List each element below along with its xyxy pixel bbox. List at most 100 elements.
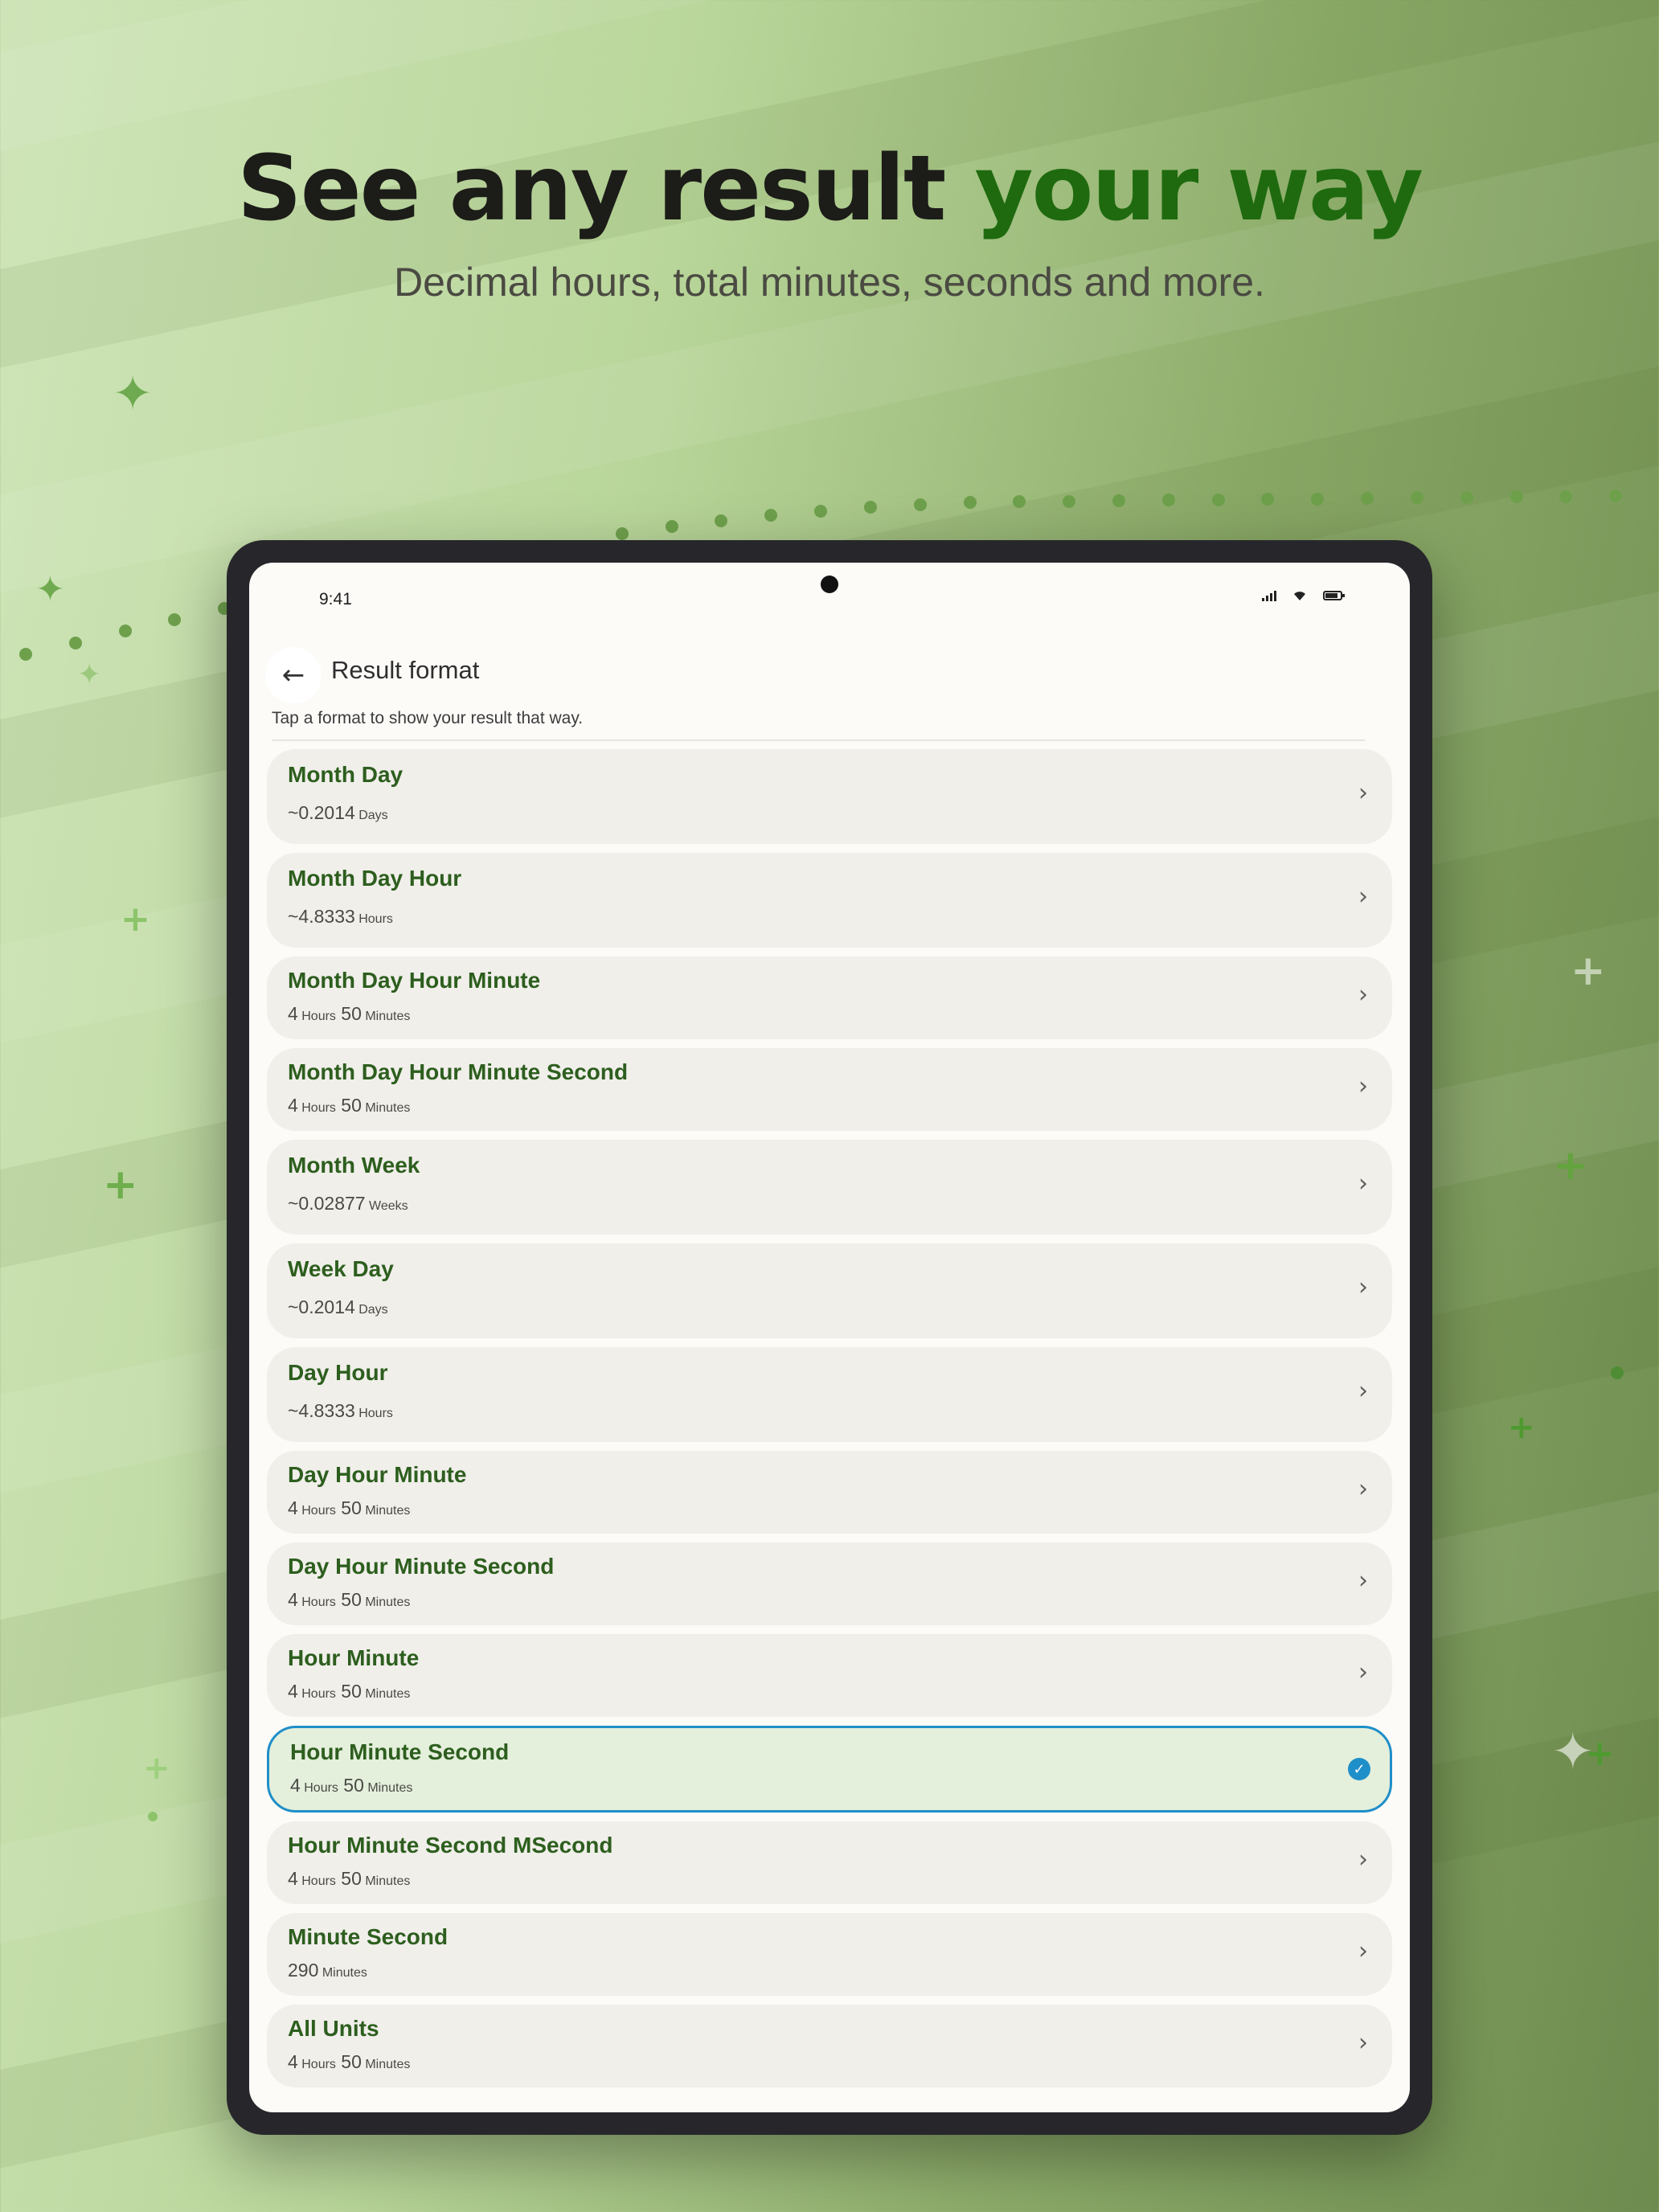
- format-item-name: Hour Minute Second MSecond: [288, 1833, 613, 1858]
- hero-headline: See any result your way: [0, 137, 1659, 241]
- status-icons: [1262, 590, 1345, 601]
- chevron-right-icon: ›: [1358, 1936, 1368, 1965]
- unit-label: Hours: [354, 912, 393, 926]
- unit-label: Minutes: [361, 1101, 411, 1115]
- format-item-value: 4 Hours 50 Minutes: [288, 1589, 410, 1611]
- format-item-value: 4 Hours 50 Minutes: [288, 2051, 410, 2073]
- format-item-name: Week Day: [288, 1256, 394, 1281]
- format-item[interactable]: Day Hour ~4.8333 Hours ›: [267, 1347, 1392, 1442]
- chevron-right-icon: ›: [1358, 1273, 1368, 1301]
- dot-decoration: [715, 514, 728, 527]
- value-number: 4: [288, 1003, 298, 1024]
- format-item[interactable]: Month Day Hour Minute 4 Hours 50 Minutes ›: [267, 956, 1392, 1039]
- dot-decoration: [913, 498, 927, 511]
- format-item-name: Month Day Hour Minute: [288, 968, 541, 993]
- format-item[interactable]: Week Day ~0.2014 Days ›: [267, 1243, 1392, 1338]
- format-item-name: All Units: [288, 2016, 379, 2041]
- arrow-left-icon: ←: [281, 659, 305, 691]
- dot-decoration: [1509, 490, 1523, 504]
- sparkle-icon: ✦: [113, 366, 154, 422]
- value-number: 290: [288, 1960, 319, 1981]
- value-number: ~0.02877: [288, 1193, 366, 1214]
- format-item[interactable]: Hour Minute Second 4 Hours 50 Minutes ✓: [267, 1726, 1392, 1813]
- dot-decoration: [615, 526, 629, 540]
- tablet-device-frame: 9:41 ← Result format Tap a format to sho…: [227, 540, 1432, 2135]
- sparkle-icon: ✦: [77, 658, 102, 691]
- unit-label: Minutes: [363, 1781, 413, 1795]
- format-item[interactable]: Day Hour Minute Second 4 Hours 50 Minutes…: [267, 1542, 1392, 1625]
- app-bar: ← Result format: [249, 643, 1410, 707]
- unit-label: Hours: [297, 1504, 336, 1518]
- format-item[interactable]: Day Hour Minute 4 Hours 50 Minutes ›: [267, 1451, 1392, 1534]
- chevron-right-icon: ›: [1358, 1169, 1368, 1198]
- unit-label: Hours: [300, 1781, 338, 1795]
- dot-decoration: [1410, 491, 1423, 505]
- chevron-right-icon: ›: [1358, 2028, 1368, 2057]
- dot-decoration: [68, 636, 82, 649]
- value-number: 50: [335, 1003, 362, 1024]
- unit-label: Hours: [297, 1101, 336, 1115]
- chevron-right-icon: ›: [1358, 1474, 1368, 1503]
- unit-label: Minutes: [361, 2058, 411, 2071]
- format-item-value: ~4.8333 Hours: [288, 906, 393, 928]
- dot-decoration: [963, 496, 977, 510]
- format-item-name: Minute Second: [288, 1924, 449, 1949]
- plus-decoration-icon: +: [1571, 947, 1606, 995]
- page-title: Result format: [331, 656, 480, 684]
- value-number: 50: [338, 1775, 364, 1796]
- unit-label: Hours: [297, 2058, 336, 2071]
- dot-decoration: [1013, 495, 1026, 509]
- front-camera: [821, 576, 838, 593]
- chevron-right-icon: ›: [1358, 1657, 1368, 1686]
- unit-label: Hours: [297, 1687, 336, 1701]
- format-item-name: Day Hour Minute: [288, 1462, 467, 1487]
- format-item[interactable]: Hour Minute Second MSecond 4 Hours 50 Min…: [267, 1821, 1392, 1904]
- dot-decoration: [863, 501, 877, 514]
- format-item-name: Hour Minute: [288, 1645, 420, 1670]
- chevron-right-icon: ›: [1358, 1845, 1368, 1874]
- dot-decoration: [1211, 493, 1225, 506]
- format-item-name: Day Hour Minute Second: [288, 1554, 555, 1579]
- divider: [272, 739, 1365, 741]
- dot-decoration: [1611, 1366, 1624, 1379]
- format-item[interactable]: All Units 4 Hours 50 Minutes ›: [267, 2005, 1392, 2087]
- value-number: 50: [335, 2051, 362, 2072]
- dot-decoration: [814, 504, 828, 518]
- chevron-right-icon: ›: [1358, 779, 1368, 807]
- format-item[interactable]: Hour Minute 4 Hours 50 Minutes ›: [267, 1634, 1392, 1717]
- status-time: 9:41: [319, 590, 352, 608]
- value-number: 50: [335, 1681, 362, 1702]
- format-item[interactable]: Month Day Hour Minute Second 4 Hours 50 M…: [267, 1048, 1392, 1131]
- status-bar: 9:41: [249, 563, 1410, 635]
- value-number: 50: [335, 1868, 362, 1889]
- format-item[interactable]: Minute Second 290 Minutes ›: [267, 1913, 1392, 1996]
- dot-decoration: [1559, 490, 1573, 503]
- value-number: 50: [335, 1589, 362, 1610]
- format-item[interactable]: Month Day Hour ~4.8333 Hours ›: [267, 853, 1392, 948]
- unit-label: Minutes: [361, 1687, 411, 1701]
- back-button[interactable]: ←: [265, 647, 322, 703]
- unit-label: Minutes: [361, 1010, 411, 1023]
- hero-subheadline: Decimal hours, total minutes, seconds an…: [394, 260, 1265, 305]
- format-item-value: 4 Hours 50 Minutes: [288, 1095, 410, 1116]
- format-item-name: Month Day: [288, 762, 403, 787]
- dot-decoration: [1063, 494, 1076, 508]
- app-screen: 9:41 ← Result format Tap a format to sho…: [249, 563, 1410, 2112]
- dot-decoration: [665, 520, 678, 534]
- plus-decoration-icon: +: [121, 899, 150, 940]
- format-item-value: 4 Hours 50 Minutes: [288, 1681, 410, 1702]
- value-number: ~0.2014: [288, 1296, 355, 1317]
- wifi-icon: [1294, 592, 1305, 600]
- format-item-name: Month Day Hour Minute Second: [288, 1059, 629, 1084]
- chevron-right-icon: ›: [1358, 883, 1368, 911]
- format-item-name: Hour Minute Second: [290, 1739, 510, 1764]
- chevron-right-icon: ›: [1358, 980, 1368, 1009]
- chevron-right-icon: ›: [1358, 1566, 1368, 1595]
- format-item[interactable]: Month Day ~0.2014 Days ›: [267, 749, 1392, 844]
- format-item-value: ~0.02877 Weeks: [288, 1193, 408, 1215]
- format-item[interactable]: Month Week ~0.02877 Weeks ›: [267, 1140, 1392, 1235]
- unit-label: Hours: [297, 1874, 336, 1888]
- format-item-value: 4 Hours 50 Minutes: [288, 1868, 410, 1890]
- unit-label: Minutes: [361, 1504, 411, 1518]
- unit-label: Hours: [297, 1010, 336, 1023]
